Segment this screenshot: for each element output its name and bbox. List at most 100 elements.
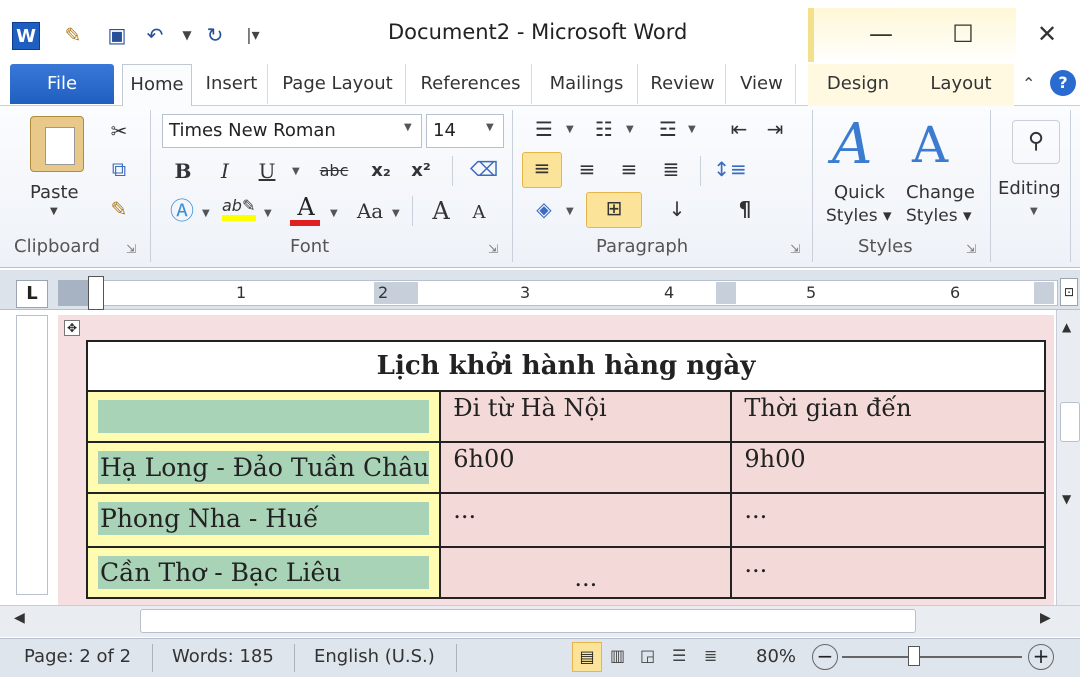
table-cell[interactable]: 9h00	[730, 441, 1046, 494]
font-launcher-icon[interactable]: ⇲	[488, 242, 498, 256]
zoom-slider-thumb[interactable]	[908, 646, 920, 666]
change-case-button[interactable]: Aa	[350, 196, 390, 226]
font-family-dropdown-icon[interactable]: ▼	[404, 122, 412, 133]
tab-file[interactable]: File	[10, 64, 114, 104]
numbering-icon[interactable]: ☷	[586, 114, 622, 144]
bullets-dropdown-icon[interactable]: ▼	[566, 124, 574, 135]
column-marker[interactable]	[1034, 282, 1054, 304]
paste-dropdown-icon[interactable]: ▼	[50, 206, 58, 217]
multilevel-list-icon[interactable]: ☲	[650, 114, 686, 144]
redo-icon[interactable]: ↻	[202, 22, 228, 48]
table-cell[interactable]: ...	[439, 492, 733, 548]
format-painter-icon[interactable]: ✎	[60, 22, 86, 48]
maximize-button[interactable]: ☐	[934, 14, 992, 54]
text-effects-dropdown-icon[interactable]: ▼	[202, 208, 210, 219]
table-cell[interactable]: ...	[730, 492, 1046, 548]
zoom-in-button[interactable]: +	[1028, 644, 1054, 670]
zoom-out-button[interactable]: −	[812, 644, 838, 670]
print-layout-icon[interactable]: ▤	[572, 642, 602, 672]
table-cell[interactable]: Cần Thơ - Bạc Liêu	[85, 546, 442, 599]
align-right-button[interactable]: ≡	[612, 154, 646, 184]
tab-layout[interactable]: Layout	[914, 64, 1008, 104]
show-marks-button[interactable]: ¶	[730, 194, 760, 224]
subscript-button[interactable]: x₂	[364, 156, 398, 186]
horizontal-scroll-thumb[interactable]	[140, 609, 916, 633]
scroll-down-icon[interactable]: ▼	[1062, 492, 1071, 506]
tab-references[interactable]: References	[410, 64, 532, 104]
scroll-right-icon[interactable]: ▶	[1040, 610, 1051, 626]
format-painter-icon[interactable]: ✎	[104, 194, 134, 224]
scroll-left-icon[interactable]: ◀	[14, 610, 25, 626]
vertical-scroll-thumb[interactable]	[1060, 402, 1080, 442]
italic-button[interactable]: I	[210, 156, 240, 186]
cut-icon[interactable]: ✂	[104, 116, 134, 146]
grow-font-button[interactable]: A	[424, 196, 458, 226]
binoculars-icon[interactable]: ⚲	[1012, 120, 1060, 164]
change-styles-icon[interactable]: A	[912, 114, 972, 176]
shading-dropdown-icon[interactable]: ▼	[566, 206, 574, 217]
full-screen-reading-icon[interactable]: ▥	[610, 646, 625, 665]
table-cell[interactable]	[85, 390, 442, 443]
line-spacing-icon[interactable]: ↕≡	[712, 154, 748, 184]
bullets-icon[interactable]: ☰	[526, 114, 562, 144]
editing-button-label[interactable]: Editing	[998, 178, 1061, 199]
change-case-dropdown-icon[interactable]: ▼	[392, 208, 400, 219]
font-size-dropdown-icon[interactable]: ▼	[486, 122, 494, 133]
draft-icon[interactable]: ≣	[704, 646, 717, 665]
zoom-slider-track[interactable]	[842, 656, 1022, 658]
tab-page-layout[interactable]: Page Layout	[270, 64, 406, 104]
outline-icon[interactable]: ☰	[672, 646, 686, 665]
undo-dropdown-icon[interactable]: ▼	[174, 22, 200, 48]
tab-insert[interactable]: Insert	[196, 64, 268, 104]
shrink-font-button[interactable]: A	[464, 198, 494, 228]
customize-qat-icon[interactable]: |▾	[240, 22, 266, 48]
align-center-button[interactable]: ≡	[570, 154, 604, 184]
quick-styles-label-2[interactable]: Styles ▾	[826, 206, 892, 226]
help-icon[interactable]: ?	[1050, 70, 1076, 96]
tab-mailings[interactable]: Mailings	[536, 64, 638, 104]
styles-launcher-icon[interactable]: ⇲	[966, 242, 976, 256]
close-button[interactable]: ✕	[1018, 14, 1076, 54]
justify-button[interactable]: ≣	[654, 154, 688, 184]
schedule-table[interactable]: Lịch khởi hành hàng ngày Đi từ Hà Nội Th…	[85, 340, 1046, 599]
table-cell[interactable]: Phong Nha - Huế	[85, 492, 442, 548]
table-cell[interactable]: ...	[439, 546, 733, 599]
clipboard-launcher-icon[interactable]: ⇲	[126, 242, 136, 256]
clear-formatting-icon[interactable]: ⌫	[464, 154, 504, 188]
table-cell[interactable]: 6h00	[439, 441, 733, 494]
font-color-dropdown-icon[interactable]: ▼	[330, 208, 338, 219]
quick-styles-icon[interactable]: A	[832, 114, 892, 176]
collapse-ribbon-icon[interactable]: ⌃	[1022, 74, 1035, 93]
web-layout-icon[interactable]: ◲	[640, 646, 655, 665]
highlight-color-icon[interactable]: ab✎	[222, 196, 258, 226]
vertical-ruler[interactable]	[16, 315, 48, 595]
change-styles-label[interactable]: Change	[906, 182, 975, 203]
superscript-button[interactable]: x²	[404, 156, 438, 186]
sort-icon[interactable]: ↓	[660, 194, 694, 224]
tab-home[interactable]: Home	[122, 64, 192, 107]
align-left-button[interactable]: ≡	[522, 152, 562, 188]
paste-button-label[interactable]: Paste	[30, 182, 79, 203]
indent-marker[interactable]	[88, 276, 104, 310]
decrease-indent-icon[interactable]: ⇤	[724, 114, 754, 144]
tab-view[interactable]: View	[728, 64, 796, 104]
numbering-dropdown-icon[interactable]: ▼	[626, 124, 634, 135]
save-icon[interactable]: ▣	[104, 22, 130, 48]
tab-design[interactable]: Design	[812, 64, 904, 104]
table-cell[interactable]: ...	[730, 546, 1046, 599]
horizontal-ruler[interactable]	[58, 280, 1058, 306]
borders-button[interactable]: ⊞	[586, 192, 642, 228]
table-cell[interactable]: Hạ Long - Đảo Tuần Châu	[85, 441, 442, 494]
vertical-scrollbar[interactable]	[1056, 310, 1080, 610]
editing-dropdown-icon[interactable]: ▼	[1030, 206, 1038, 217]
table-move-handle-icon[interactable]: ✥	[64, 320, 80, 336]
underline-dropdown-icon[interactable]: ▼	[292, 166, 300, 177]
paragraph-launcher-icon[interactable]: ⇲	[790, 242, 800, 256]
table-title[interactable]: Lịch khởi hành hàng ngày	[86, 340, 1046, 392]
language[interactable]: English (U.S.)	[314, 646, 435, 667]
font-color-icon[interactable]: A	[290, 194, 322, 228]
table-header-cell[interactable]: Thời gian đến	[730, 390, 1046, 443]
copy-icon[interactable]: ⧉	[104, 154, 134, 184]
scroll-up-icon[interactable]: ▲	[1062, 320, 1071, 334]
paste-icon[interactable]	[30, 116, 84, 172]
